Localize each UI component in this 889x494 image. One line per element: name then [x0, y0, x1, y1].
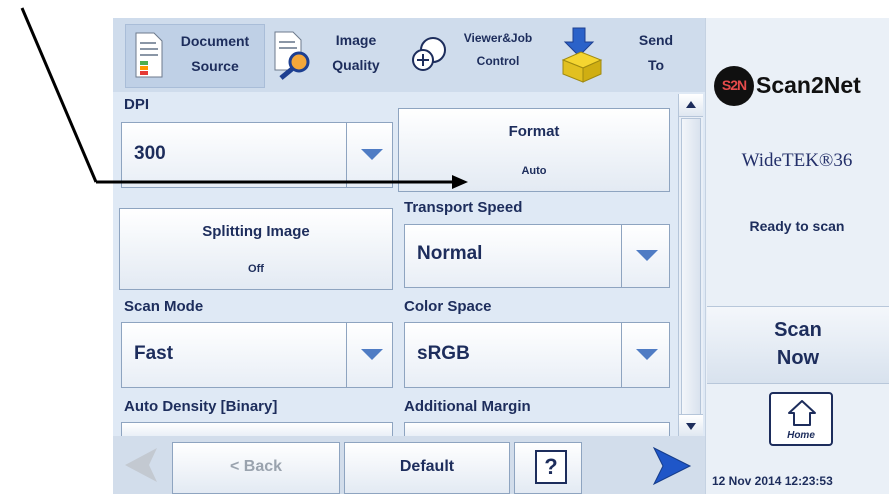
- annotation-arrow: [20, 7, 468, 189]
